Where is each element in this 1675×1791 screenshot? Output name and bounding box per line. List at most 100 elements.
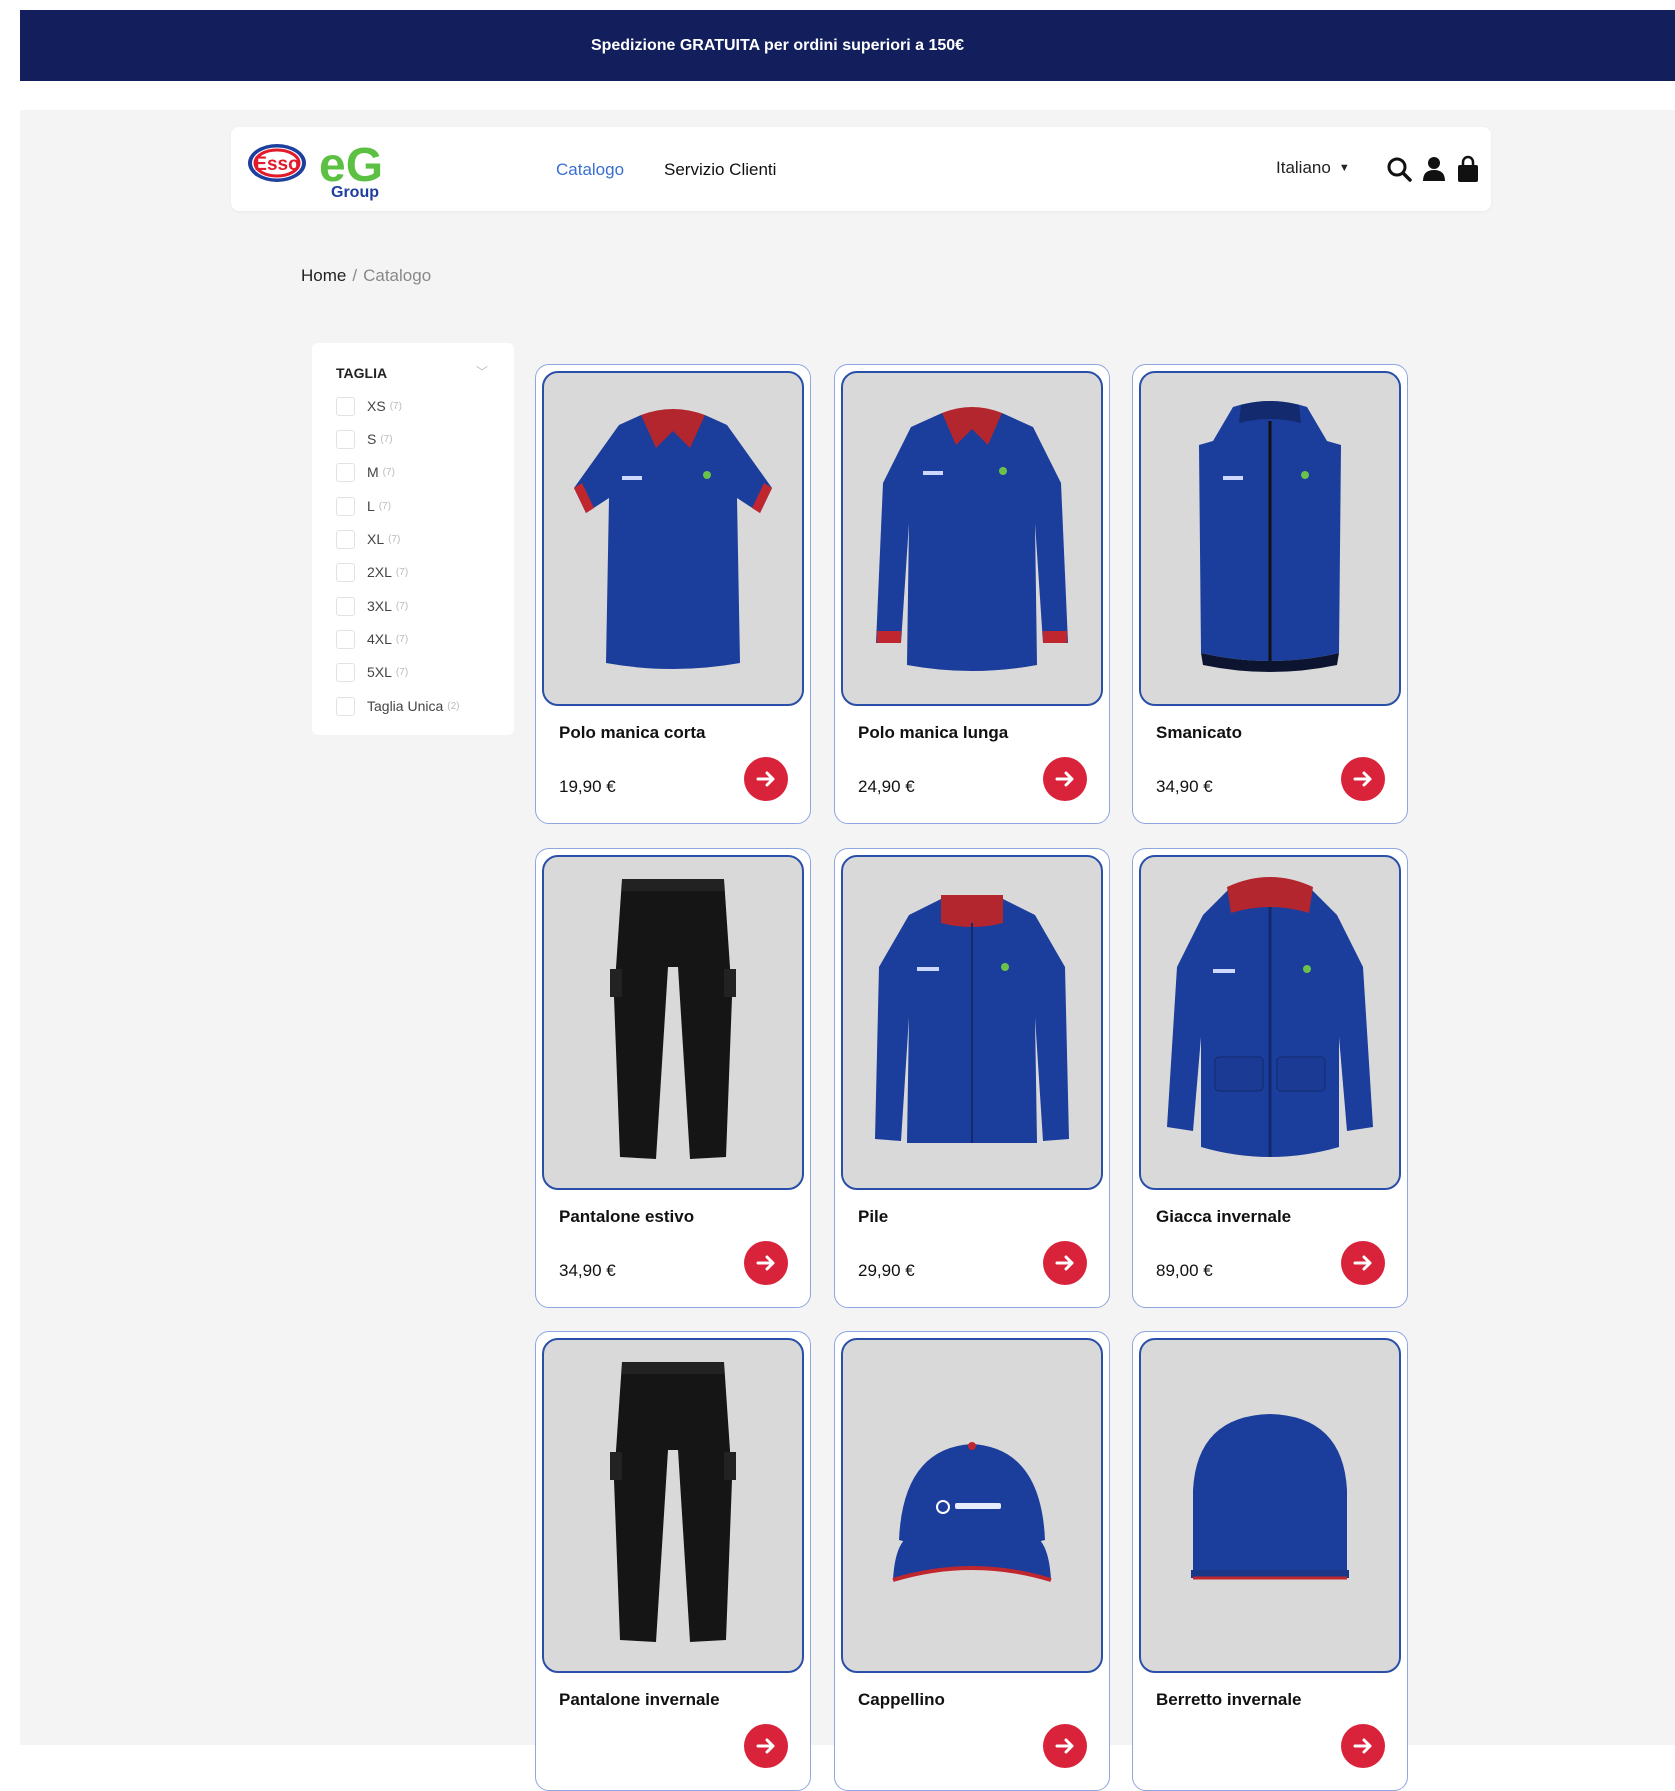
filter-option-label: S: [367, 431, 377, 447]
filter-checkbox[interactable]: [336, 696, 355, 716]
filter-option[interactable]: Taglia Unica (2): [336, 696, 460, 716]
arrow-right-button[interactable]: [744, 757, 788, 801]
product-name[interactable]: Cappellino: [858, 1690, 945, 1710]
product-card[interactable]: Giacca invernale 89,00 €: [1132, 848, 1408, 1308]
product-image-vest[interactable]: [1139, 371, 1401, 706]
product-name[interactable]: Polo manica lunga: [858, 723, 1008, 743]
breadcrumb-home[interactable]: Home: [301, 266, 346, 285]
filter-option[interactable]: XS (7): [336, 396, 402, 416]
filter-checkbox[interactable]: [336, 429, 355, 449]
arrow-right-button[interactable]: [1043, 1724, 1087, 1768]
arrow-right-button[interactable]: [744, 1241, 788, 1285]
filter-option-count: (7): [395, 566, 409, 578]
filter-checkbox[interactable]: [336, 529, 355, 549]
filter-option[interactable]: S (7): [336, 429, 393, 449]
product-name[interactable]: Pantalone estivo: [559, 1207, 694, 1227]
product-name[interactable]: Giacca invernale: [1156, 1207, 1291, 1227]
filter-checkbox[interactable]: [336, 462, 355, 482]
filter-option-count: (7): [395, 666, 409, 678]
filter-option-count: (2): [447, 700, 460, 712]
language-selector[interactable]: Italiano ▼: [1276, 158, 1350, 178]
user-icon[interactable]: [1421, 155, 1447, 183]
arrow-right-icon: [756, 1738, 775, 1754]
filter-option-label: XS: [367, 398, 386, 414]
shopping-bag-icon[interactable]: [1455, 155, 1481, 183]
svg-text:Group: Group: [331, 184, 379, 201]
filter-option-count: (7): [395, 600, 409, 612]
filter-checkbox[interactable]: [336, 662, 355, 682]
arrow-right-button[interactable]: [1043, 757, 1087, 801]
arrow-right-icon: [756, 1255, 775, 1271]
filter-option-count: (7): [395, 633, 409, 645]
product-card[interactable]: Smanicato 34,90 €: [1132, 364, 1408, 824]
product-card[interactable]: Pantalone invernale: [535, 1331, 811, 1791]
product-image-fleece[interactable]: [841, 855, 1103, 1190]
product-price: 24,90 €: [858, 777, 915, 796]
arrow-right-button[interactable]: [744, 1724, 788, 1768]
filter-checkbox[interactable]: [336, 396, 355, 416]
filter-checkbox[interactable]: [336, 596, 355, 616]
product-card[interactable]: Pile 29,90 €: [834, 848, 1110, 1308]
filter-option-label: M: [367, 464, 379, 480]
product-image-cap[interactable]: [841, 1338, 1103, 1673]
product-image-summer-pants[interactable]: [542, 855, 804, 1190]
product-card[interactable]: Cappellino: [834, 1331, 1110, 1791]
product-name[interactable]: Pantalone invernale: [559, 1690, 720, 1710]
filter-option[interactable]: 5XL (7): [336, 662, 408, 682]
filter-option-label: Taglia Unica: [367, 698, 444, 714]
product-card[interactable]: Polo manica corta 19,90 €: [535, 364, 811, 824]
arrow-right-button[interactable]: [1341, 757, 1385, 801]
chevron-down-icon[interactable]: ﹀: [476, 363, 488, 380]
product-image-short-sleeve-polo[interactable]: [542, 371, 804, 706]
arrow-right-button[interactable]: [1341, 1724, 1385, 1768]
product-image-beanie[interactable]: [1139, 1338, 1401, 1673]
product-price: 34,90 €: [559, 1261, 616, 1280]
product-card[interactable]: Pantalone estivo 34,90 €: [535, 848, 811, 1308]
product-name[interactable]: Pile: [858, 1207, 888, 1227]
breadcrumb-current: Catalogo: [363, 266, 432, 285]
product-card[interactable]: Berretto invernale: [1132, 1331, 1408, 1791]
arrow-right-icon: [756, 771, 775, 787]
product-image-winter-jacket[interactable]: [1139, 855, 1401, 1190]
arrow-right-icon: [1055, 771, 1074, 787]
arrow-right-button[interactable]: [1043, 1241, 1087, 1285]
site-header: Esso eG Group Catalogo Servizio Clienti …: [231, 127, 1491, 211]
filter-option-count: (7): [380, 433, 393, 445]
filter-option-label: 3XL: [367, 598, 392, 614]
nav-customer-service[interactable]: Servizio Clienti: [664, 160, 776, 180]
product-name[interactable]: Polo manica corta: [559, 723, 705, 743]
search-icon[interactable]: [1386, 155, 1412, 183]
product-name[interactable]: Smanicato: [1156, 723, 1242, 743]
filter-option-count: (7): [389, 400, 402, 412]
caret-down-icon: ▼: [1338, 162, 1350, 174]
filter-option-label: 4XL: [367, 631, 392, 647]
product-image-long-sleeve-polo[interactable]: [841, 371, 1103, 706]
product-card[interactable]: Polo manica lunga 24,90 €: [834, 364, 1110, 824]
filter-option-count: (7): [388, 533, 401, 545]
page-body: Esso eG Group Catalogo Servizio Clienti …: [20, 110, 1675, 1791]
filter-option[interactable]: 3XL (7): [336, 596, 408, 616]
language-label: Italiano: [1276, 158, 1331, 177]
product-price: 19,90 €: [559, 777, 616, 796]
nav-catalog[interactable]: Catalogo: [556, 160, 624, 180]
arrow-right-button[interactable]: [1341, 1241, 1385, 1285]
product-name[interactable]: Berretto invernale: [1156, 1690, 1302, 1710]
arrow-right-icon: [1055, 1738, 1074, 1754]
filter-option[interactable]: L (7): [336, 496, 391, 516]
product-price: 29,90 €: [858, 1261, 915, 1280]
svg-text:Esso: Esso: [254, 154, 299, 175]
filter-checkbox[interactable]: [336, 629, 355, 649]
arrow-right-icon: [1055, 1255, 1074, 1271]
announcement-text: Spedizione GRATUITA per ordini superiori…: [590, 36, 965, 54]
filter-option[interactable]: 4XL (7): [336, 629, 408, 649]
filter-option[interactable]: XL (7): [336, 529, 400, 549]
esso-eg-group-logo[interactable]: Esso eG Group: [247, 139, 397, 201]
filter-option-count: (7): [378, 500, 392, 512]
filter-option[interactable]: M (7): [336, 462, 395, 482]
filter-checkbox[interactable]: [336, 562, 355, 582]
filter-option[interactable]: 2XL (7): [336, 562, 408, 582]
filter-checkbox[interactable]: [336, 496, 355, 516]
filter-title[interactable]: TAGLIA: [336, 365, 387, 381]
product-image-winter-pants[interactable]: [542, 1338, 804, 1673]
product-price: 89,00 €: [1156, 1261, 1213, 1280]
